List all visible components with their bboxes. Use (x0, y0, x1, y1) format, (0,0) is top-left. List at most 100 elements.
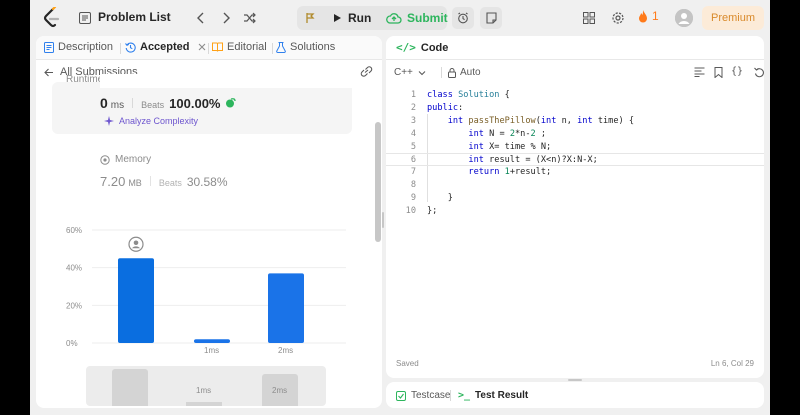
auto-mode-toggle[interactable]: Auto (448, 67, 481, 78)
runtime-distribution-chart[interactable]: 60% 40% 20% 0% 1ms 2ms (36, 216, 366, 356)
submit-button-label: Submit (407, 11, 448, 25)
memory-header-group: Memory (100, 154, 151, 165)
divider (132, 98, 134, 108)
share-link-icon[interactable] (360, 66, 373, 80)
streak-count: 1 (652, 9, 659, 23)
problem-list-link[interactable]: Problem List (98, 10, 171, 24)
tab-testcase-label: Testcase (411, 390, 451, 401)
tab-testcase[interactable]: Testcase (396, 390, 450, 401)
editor-status-bar: Saved Ln 6, Col 29 (386, 356, 764, 372)
divider (149, 176, 151, 186)
tab-solutions-label: Solutions (290, 41, 336, 53)
settings-gear-icon[interactable] (610, 10, 626, 26)
runtime-card: Runtime 0 ms Beats 100.00% Analyze Compl… (52, 74, 360, 134)
layout-grid-icon[interactable] (582, 11, 596, 25)
tab-divider (272, 43, 273, 54)
tab-description-label: Description (58, 41, 114, 53)
tab-solutions[interactable]: Solutions (276, 41, 335, 53)
solutions-flask-icon (276, 41, 286, 53)
tab-editorial-label: Editorial (227, 41, 267, 53)
description-doc-icon (44, 41, 54, 53)
tab-accepted-label: Accepted (140, 41, 190, 53)
code-panel-title: Code (420, 41, 449, 54)
chart-y-tick-label: 60% (66, 226, 82, 235)
tab-editorial[interactable]: Editorial (212, 41, 267, 53)
debug-bug-icon[interactable] (302, 9, 320, 27)
analyze-complexity-label: Analyze Complexity (119, 116, 199, 126)
code-editor[interactable]: 1 class Solution { 2 public: 3 int passThe… (386, 89, 764, 218)
chart-bar (118, 258, 154, 343)
lock-icon (448, 67, 456, 78)
code-line: 4 int N = 2*n-2 ; (410, 128, 547, 139)
language-value: C++ (394, 67, 413, 78)
chart-bar (194, 339, 230, 343)
save-status: Saved (396, 359, 419, 368)
user-avatar[interactable] (675, 9, 693, 27)
problem-list-icon[interactable] (78, 11, 92, 25)
bookmark-icon[interactable] (714, 67, 723, 81)
vertical-resize-handle[interactable] (382, 212, 384, 228)
analyze-complexity-link[interactable]: Analyze Complexity (104, 116, 198, 126)
leetcode-logo-icon[interactable] (42, 7, 62, 29)
distribution-range-slider[interactable]: 1ms 2ms (86, 366, 326, 406)
left-panel-scrollbar[interactable] (375, 122, 381, 242)
fire-icon (639, 9, 647, 22)
premium-button[interactable]: Premium (702, 6, 764, 30)
cursor-position: Ln 6, Col 29 (710, 359, 754, 368)
left-panel: Description Accepted Editorial Solutions (36, 36, 382, 408)
memory-card[interactable]: Memory 7.20 MB Beats 30.58% (52, 146, 352, 202)
top-bar: Problem List Run Submit 1 Premium (30, 0, 770, 36)
chevron-down-icon (418, 70, 426, 75)
divider (441, 67, 442, 78)
memory-value: 7.20 (100, 174, 126, 189)
user-position-avatar-head (133, 240, 139, 246)
code-line-current: 6 int result = (X<n)?X:N-X; (386, 153, 764, 167)
code-line: 9 } (410, 193, 453, 204)
histogram-bar (186, 402, 222, 406)
editorial-book-icon (212, 42, 223, 52)
tab-test-result[interactable]: >_ Test Result (458, 390, 528, 401)
histogram-label: 2ms (272, 386, 288, 395)
code-line: 3 int passThePillow(int n, int time) { (410, 115, 635, 126)
editor-toolbar: C++ Auto {} (386, 62, 764, 84)
chart-y-tick-label: 40% (66, 264, 82, 273)
close-tab-icon[interactable] (198, 43, 206, 51)
braces-icon[interactable]: {} (731, 66, 743, 77)
run-button[interactable]: Run (327, 6, 377, 30)
runtime-unit: ms (110, 100, 125, 111)
prev-problem-chevron-left-icon[interactable] (192, 9, 210, 27)
code-panel-header: </> Code (386, 36, 764, 60)
play-icon (334, 14, 341, 22)
horizontal-resize-handle[interactable] (568, 379, 582, 381)
app-window: Problem List Run Submit 1 Premium Descri… (30, 0, 770, 415)
runtime-beats-pct: 100.00% (169, 96, 221, 111)
random-problem-shuffle-icon[interactable] (241, 9, 259, 27)
left-tabs: Description Accepted Editorial Solutions (36, 36, 382, 60)
chart-y-tick-label: 0% (66, 339, 78, 348)
code-brackets-icon: </> (396, 41, 416, 54)
notes-icon[interactable] (480, 7, 502, 29)
runtime-header: Runtime (66, 74, 104, 85)
code-panel: </> Code C++ Auto {} 1 class Solution {… (386, 36, 764, 378)
tab-description[interactable]: Description (44, 41, 113, 53)
history-clock-icon (125, 42, 136, 53)
runtime-beats-label: Beats (141, 100, 165, 110)
terminal-prompt-icon: >_ (458, 390, 471, 401)
scroll-clip-mask (100, 74, 360, 88)
runtime-value: 0 (100, 95, 108, 111)
reset-code-icon[interactable] (754, 67, 764, 81)
tab-accepted[interactable]: Accepted (125, 41, 206, 53)
tab-test-result-label: Test Result (475, 390, 529, 401)
language-select[interactable]: C++ (394, 67, 426, 78)
chart-bar (268, 273, 304, 343)
arrow-left-icon (44, 68, 53, 76)
code-line: 2 public: (410, 102, 464, 113)
cloud-upload-icon (386, 13, 402, 24)
memory-beats-pct: 30.58% (186, 175, 228, 189)
next-problem-chevron-right-icon[interactable] (217, 9, 235, 27)
format-code-icon[interactable] (694, 67, 705, 80)
code-line: 7 return 1+result; (410, 167, 552, 178)
submit-button[interactable]: Submit (380, 6, 454, 30)
timer-alarm-icon[interactable] (452, 7, 474, 29)
streak-counter[interactable]: 1 (638, 9, 659, 23)
